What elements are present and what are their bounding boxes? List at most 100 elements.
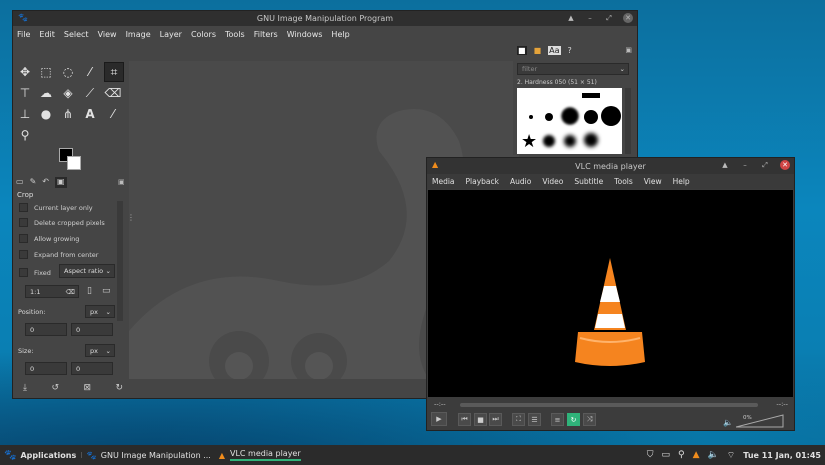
keep-above-icon[interactable]: ▲ (566, 12, 576, 24)
maximize-icon[interactable]: ⤢ (760, 159, 770, 171)
minimize-icon[interactable]: – (740, 159, 750, 171)
expand-center-option[interactable]: Expand from center (19, 250, 98, 259)
shield-icon[interactable]: ⛉ (647, 450, 654, 460)
size-unit-select[interactable]: px ⌄ (85, 344, 115, 357)
menu-filters[interactable]: Filters (254, 30, 278, 39)
maximize-icon[interactable]: ⤢ (604, 12, 614, 24)
seek-bar[interactable] (460, 403, 758, 407)
fixed-option[interactable]: Fixed (19, 268, 51, 277)
menu-edit[interactable]: Edit (39, 30, 55, 39)
brush-filter-input[interactable]: filter ⌄ (517, 63, 629, 75)
panel-menu-icon[interactable]: ▣ (118, 178, 125, 186)
images-tab-icon[interactable]: ▣ (54, 177, 67, 188)
brushes-tab-icon[interactable]: ■ (517, 46, 527, 55)
menu-layer[interactable]: Layer (160, 30, 182, 39)
path-icon[interactable]: ⋔ (59, 105, 77, 123)
vlc-menu-help[interactable]: Help (673, 177, 690, 186)
menu-windows[interactable]: Windows (287, 30, 323, 39)
clock[interactable]: Tue 11 Jan, 01:45 (743, 451, 821, 460)
stop-button[interactable]: ■ (474, 413, 487, 426)
bg-color-swatch[interactable] (67, 156, 81, 170)
zoom-tool-icon[interactable]: ⚲ (16, 126, 34, 144)
video-area[interactable] (428, 190, 793, 397)
vlc-task-button[interactable]: VLC media player (229, 449, 301, 461)
menu-image[interactable]: Image (126, 30, 151, 39)
landscape-icon[interactable]: ▭ (102, 286, 111, 296)
fonts-tab-icon[interactable]: Aa (548, 46, 561, 55)
color-picker-icon[interactable]: ⁄ (104, 105, 122, 123)
brush-grid[interactable]: ★ (517, 88, 622, 154)
vlc-menu-audio[interactable]: Audio (510, 177, 531, 186)
menu-tools[interactable]: Tools (225, 30, 245, 39)
position-x-input[interactable]: 0 (25, 323, 67, 336)
previous-button[interactable]: ⏮ (458, 413, 471, 426)
menu-help[interactable]: Help (331, 30, 349, 39)
checkbox[interactable] (19, 234, 28, 243)
close-icon[interactable]: ✕ (623, 13, 633, 23)
menu-file[interactable]: File (17, 30, 30, 39)
reset-icon[interactable]: ↻ (115, 383, 123, 393)
loop-button[interactable]: ↻ (567, 413, 580, 426)
tool-options-scrollbar[interactable] (117, 201, 123, 321)
patterns-tab-icon[interactable]: ■ (534, 46, 542, 55)
brush-scrollbar[interactable] (625, 88, 631, 154)
checkbox[interactable] (19, 218, 28, 227)
size-x-input[interactable]: 0 (25, 362, 67, 375)
play-button[interactable]: ▶ (431, 412, 447, 426)
text-tool-icon[interactable]: A (81, 105, 99, 123)
move-tool-icon[interactable]: ✥ (16, 63, 34, 81)
shuffle-button[interactable]: ⤨ (583, 413, 596, 426)
tool-options-tab-icon[interactable]: ▭ (16, 177, 24, 188)
checkbox[interactable] (19, 250, 28, 259)
keep-above-icon[interactable]: ▲ (720, 159, 730, 171)
smudge-icon[interactable]: ● (37, 105, 55, 123)
menu-colors[interactable]: Colors (191, 30, 216, 39)
checkbox[interactable] (19, 203, 28, 212)
fuzzy-select-icon[interactable]: ⁄ (81, 63, 99, 81)
position-y-input[interactable]: 0 (71, 323, 113, 336)
bucket-fill-icon[interactable]: ◈ (59, 84, 77, 102)
lasso-icon[interactable]: ◌ (59, 63, 77, 81)
extended-settings-button[interactable]: ☰ (528, 413, 541, 426)
vlc-tray-icon[interactable]: ▲ (693, 450, 700, 460)
gimp-task-button[interactable]: GNU Image Manipulation ... (101, 451, 211, 460)
vlc-menu-playback[interactable]: Playback (466, 177, 499, 186)
size-y-input[interactable]: 0 (71, 362, 113, 375)
dock-handle-icon[interactable]: ⋮ (127, 213, 135, 222)
aspect-ratio-select[interactable]: Aspect ratio ⌄ (59, 264, 115, 278)
playlist-button[interactable]: ≡ (551, 413, 564, 426)
speaker-icon[interactable]: 🔈 (723, 418, 733, 427)
save-preset-icon[interactable]: ⤓ (23, 383, 27, 393)
dock-menu-icon[interactable]: ▣ (625, 46, 632, 54)
help-tab-icon[interactable]: ? (568, 46, 572, 55)
menu-view[interactable]: View (98, 30, 117, 39)
allow-growing-option[interactable]: Allow growing (19, 234, 79, 243)
minimize-icon[interactable]: – (585, 12, 595, 24)
vlc-menu-tools[interactable]: Tools (614, 177, 632, 186)
clear-icon[interactable]: ⌫ (66, 288, 75, 296)
eraser-icon[interactable]: ⌫ (104, 84, 122, 102)
portrait-icon[interactable]: ▯ (87, 286, 92, 296)
transform-icon[interactable]: ⊤ (16, 84, 34, 102)
applications-icon[interactable]: 🐾 (4, 450, 16, 461)
position-unit-select[interactable]: px ⌄ (85, 305, 115, 318)
fullscreen-button[interactable]: ⛶ (512, 413, 525, 426)
gimp-titlebar[interactable]: 🐾 GNU Image Manipulation Program ▲ – ⤢ ✕ (13, 11, 637, 26)
vlc-menu-media[interactable]: Media (432, 177, 455, 186)
vlc-titlebar[interactable]: ▲ VLC media player ▲ – ⤢ ✕ (427, 158, 794, 174)
volume-icon[interactable]: 🔈 (708, 450, 719, 460)
clone-icon[interactable]: ⊥ (16, 105, 34, 123)
restore-icon[interactable]: ↺ (51, 383, 59, 393)
close-icon[interactable]: ✕ (780, 160, 790, 170)
delete-preset-icon[interactable]: ⊠ (83, 383, 91, 393)
next-button[interactable]: ⏭ (489, 413, 502, 426)
applications-menu[interactable]: Applications (20, 451, 76, 460)
clip-icon[interactable]: ⚲ (678, 450, 685, 460)
undo-history-tab-icon[interactable]: ↶ (42, 177, 49, 188)
delete-cropped-option[interactable]: Delete cropped pixels (19, 218, 105, 227)
menu-select[interactable]: Select (64, 30, 89, 39)
rect-select-icon[interactable]: ⬚ (37, 63, 55, 81)
paintbrush-icon[interactable]: ⟋ (81, 84, 99, 102)
current-layer-option[interactable]: Current layer only (19, 203, 93, 212)
checkbox[interactable] (19, 268, 28, 277)
